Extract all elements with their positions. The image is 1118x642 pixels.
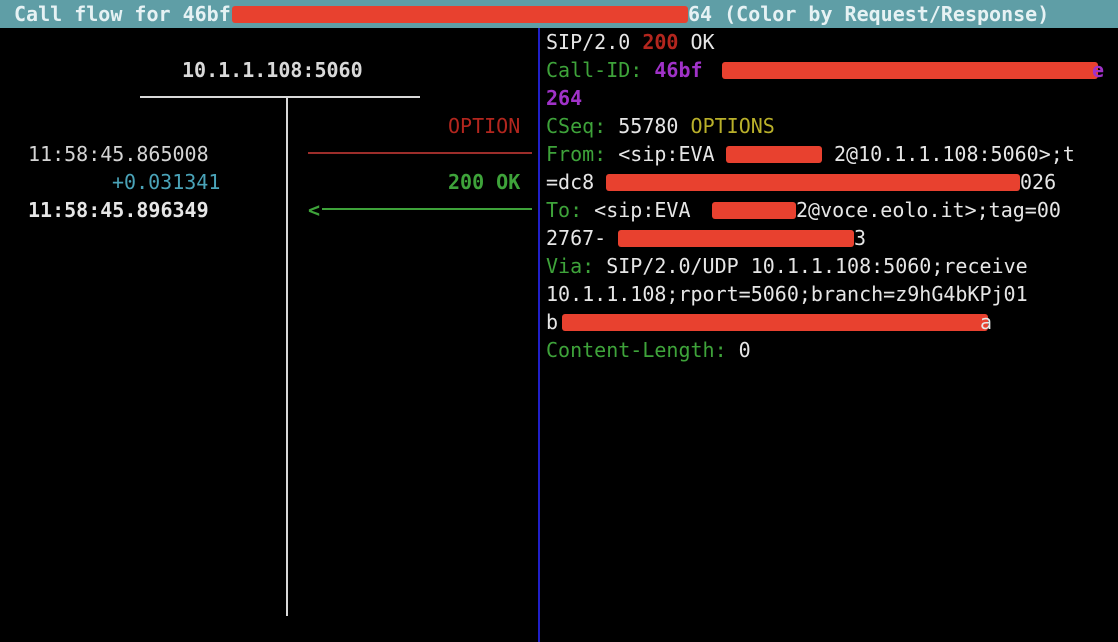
to-name: To:	[546, 198, 583, 222]
via-line2: 10.1.1.108;rport=5060;branch=z9hG4bKPj01	[546, 282, 1028, 306]
redaction-bar	[562, 314, 988, 331]
host-header-line	[140, 96, 420, 98]
status-reason: OK	[690, 30, 715, 54]
response-delta: +0.031341	[112, 170, 221, 194]
content-length-header: Content-Length: 0	[546, 336, 751, 364]
pane-divider	[538, 28, 540, 642]
from-header: From: <sip:EVA	[546, 140, 715, 168]
redaction-bar	[722, 62, 1098, 79]
status-line: SIP/2.0 200 OK	[546, 28, 715, 56]
from-line2-a: =dc8	[546, 170, 595, 194]
response-timestamp: 11:58:45.896349	[28, 198, 209, 222]
from-name: From:	[546, 142, 607, 166]
host-address: 10.1.1.108:5060	[182, 58, 363, 82]
call-id-value-line2: 264	[546, 86, 583, 110]
request-timestamp: 11:58:45.865008	[28, 142, 209, 166]
from-line2-b: 026	[1020, 170, 1057, 194]
cseq-name: CSeq:	[546, 114, 607, 138]
redaction-bar	[606, 174, 1020, 191]
request-arrow[interactable]	[308, 152, 532, 154]
cseq-number: 55780	[618, 114, 679, 138]
cseq-header: CSeq: 55780 OPTIONS	[546, 112, 775, 140]
host-lifeline	[286, 98, 288, 616]
title-bar: Call flow for 46bf 64 (Color by Request/…	[0, 0, 1118, 28]
to-line2-a: 2767-	[546, 226, 607, 250]
via-line3-b: a	[980, 310, 993, 334]
response-arrow[interactable]	[322, 208, 532, 210]
arrow-left-icon: <	[308, 198, 321, 222]
via-line1: SIP/2.0/UDP 10.1.1.108:5060;receive	[606, 254, 1028, 278]
from-line1-a: <sip:EVA	[618, 142, 715, 166]
call-id-value-end: e	[1092, 58, 1105, 82]
call-flow-pane[interactable]: 10.1.1.108:5060 OPTION 11:58:45.865008 +…	[0, 28, 538, 642]
redaction-bar	[618, 230, 854, 247]
message-detail-pane[interactable]: SIP/2.0 200 OK Call-ID: 46bf e 264 CSeq:…	[546, 28, 1118, 642]
via-name: Via:	[546, 254, 595, 278]
via-header: Via: SIP/2.0/UDP 10.1.1.108:5060;receive	[546, 252, 1028, 280]
redaction-bar	[726, 146, 822, 163]
to-line1-b: 2@voce.eolo.it>;tag=00	[796, 198, 1061, 222]
redaction-bar	[232, 6, 688, 23]
status-code: 200	[642, 30, 679, 54]
from-line1-b: 2@10.1.1.108:5060>;t	[834, 142, 1075, 166]
to-line2-b: 3	[854, 226, 867, 250]
content-length-value: 0	[738, 338, 751, 362]
title-suffix: 64 (Color by Request/Response)	[688, 2, 1050, 26]
call-id-value-start: 46bf	[654, 58, 703, 82]
redaction-bar	[712, 202, 796, 219]
call-id-header: Call-ID: 46bf	[546, 56, 703, 84]
request-label[interactable]: OPTION	[448, 112, 520, 140]
cseq-method: OPTIONS	[690, 114, 775, 138]
via-line3-a: b	[546, 310, 559, 334]
response-label[interactable]: 200 OK	[448, 168, 520, 196]
call-id-name: Call-ID:	[546, 58, 643, 82]
status-protocol: SIP/2.0	[546, 30, 631, 54]
to-line1-a: <sip:EVA	[594, 198, 691, 222]
title-prefix: Call flow for 46bf	[14, 2, 231, 26]
to-header: To: <sip:EVA	[546, 196, 691, 224]
content-length-name: Content-Length:	[546, 338, 727, 362]
